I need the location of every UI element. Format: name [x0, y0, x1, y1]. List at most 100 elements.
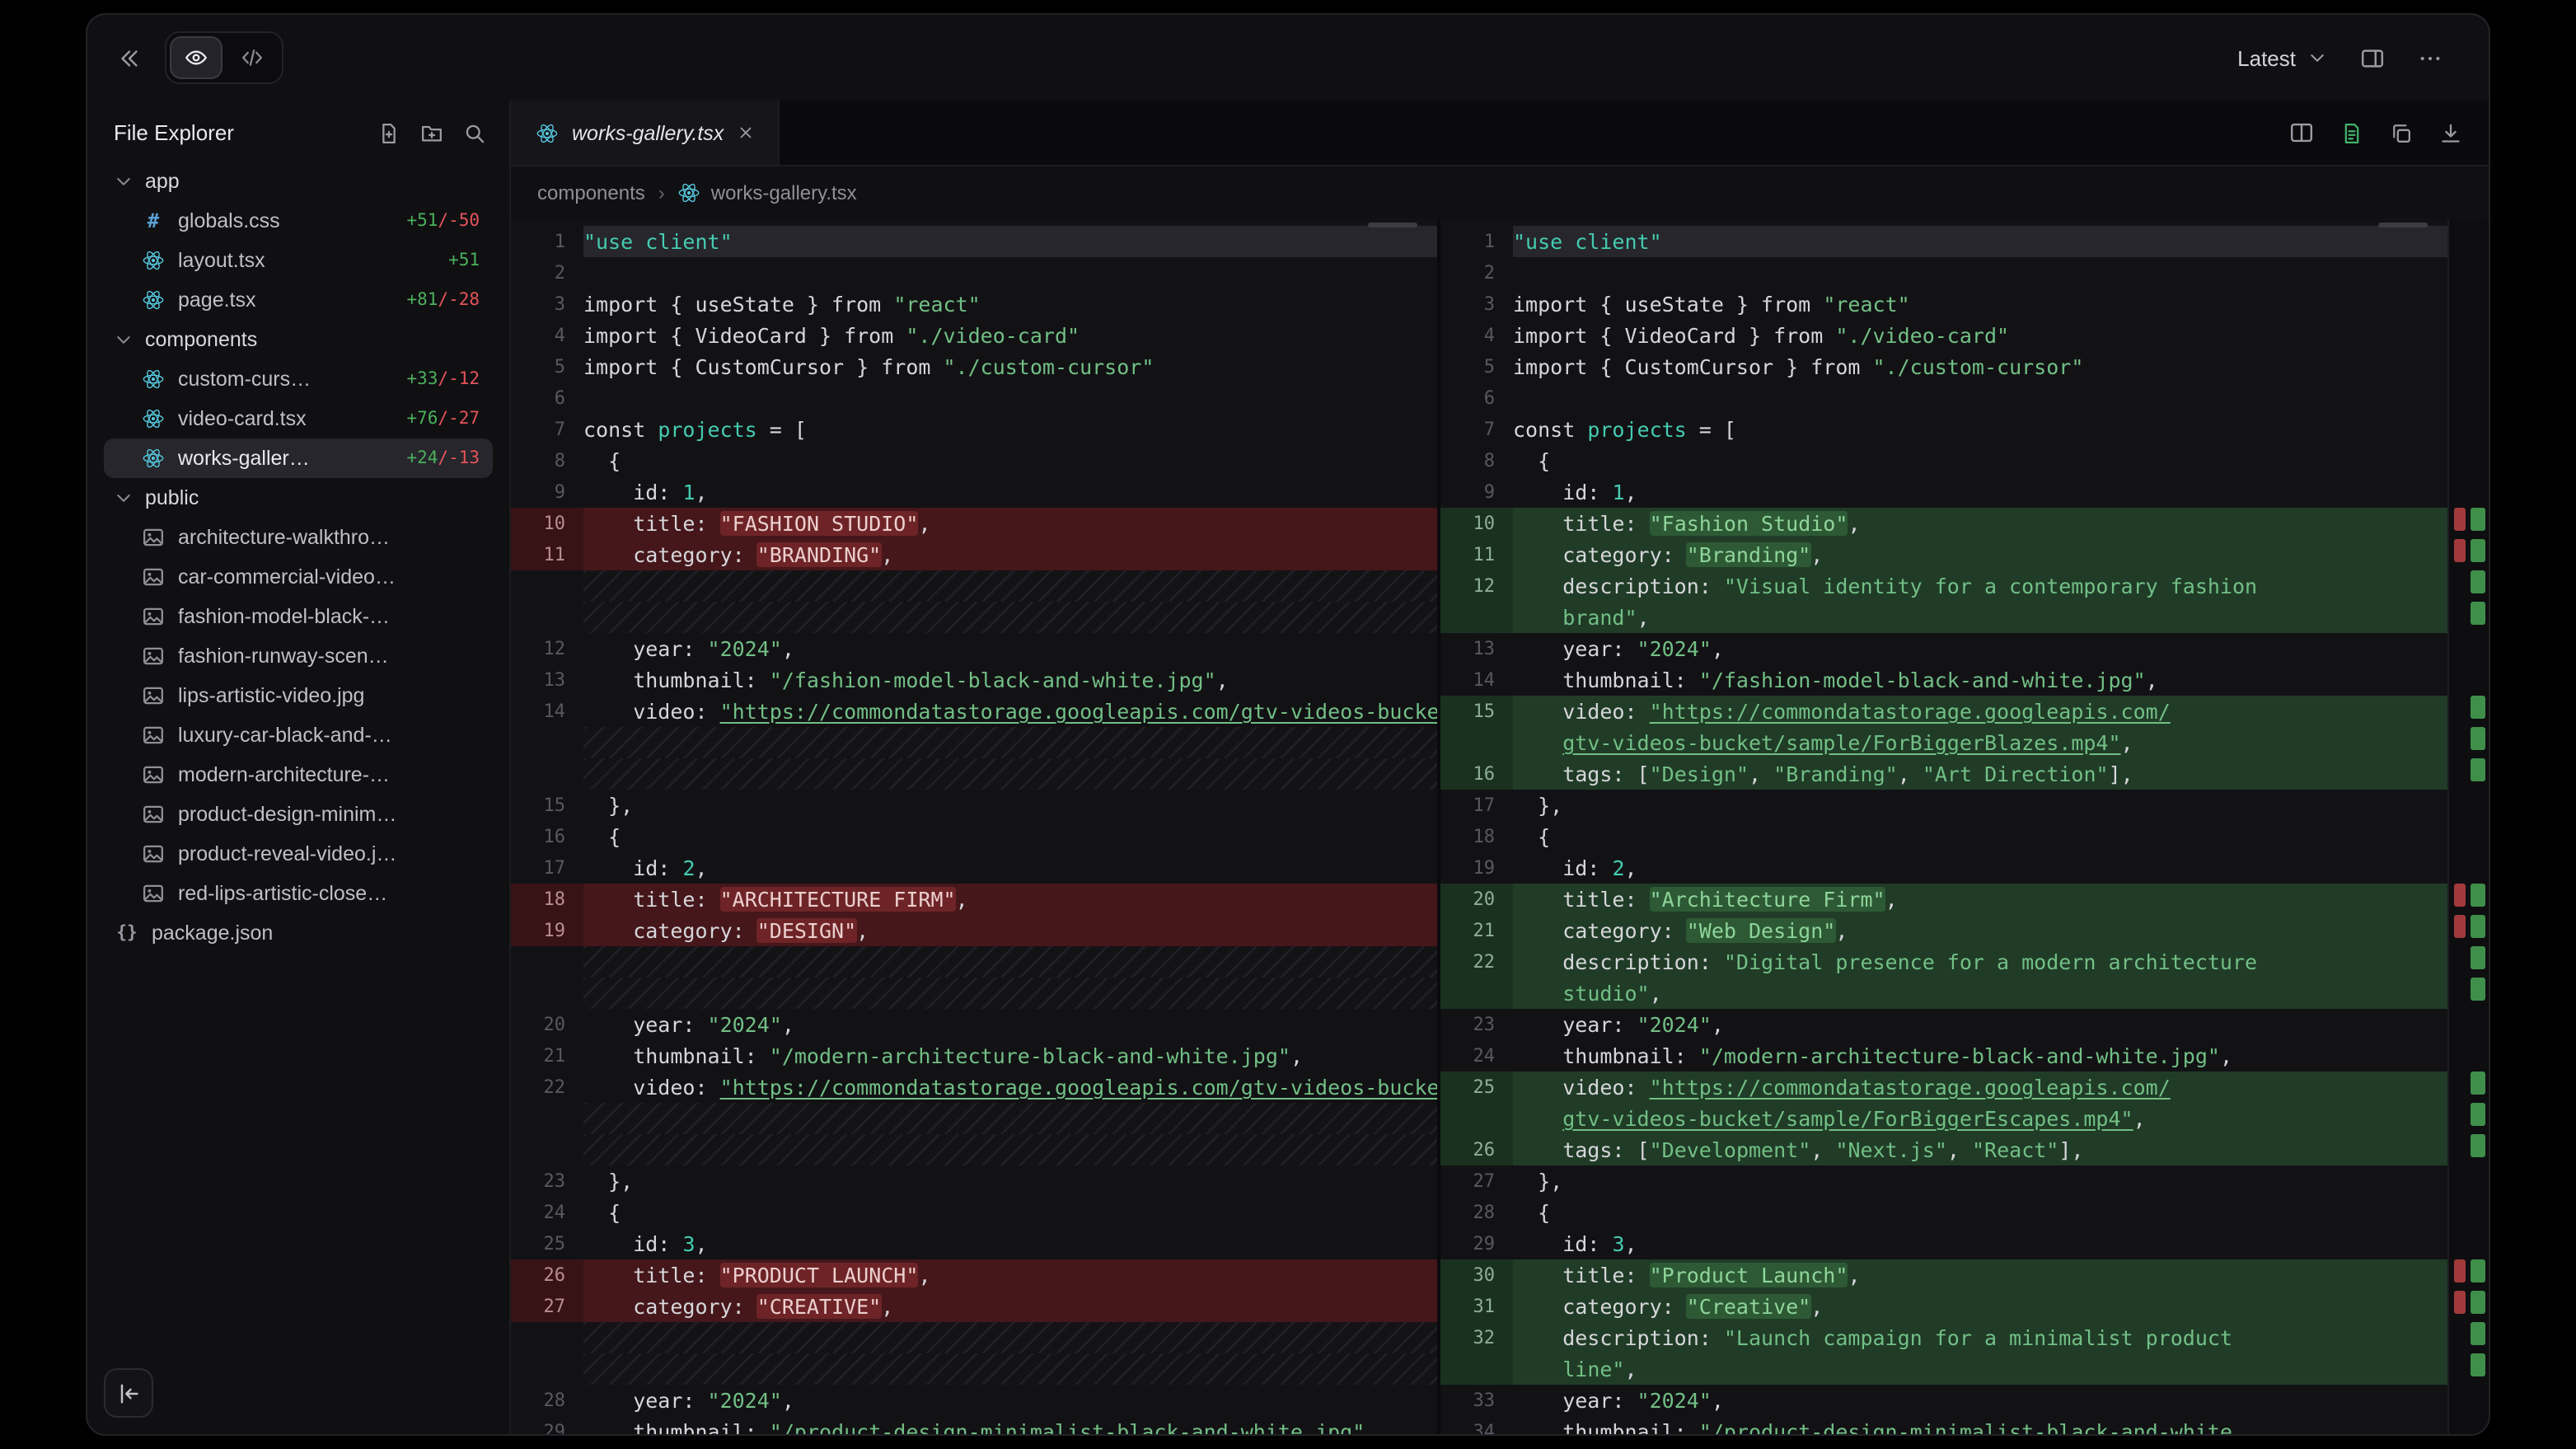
- code-line[interactable]: 21 thumbnail: "/modern-architecture-blac…: [511, 1040, 1437, 1072]
- file-row[interactable]: works-galler…+24/-13: [104, 438, 493, 478]
- code-line[interactable]: 8 {: [1440, 445, 2447, 476]
- code-line[interactable]: 16 {: [511, 821, 1437, 852]
- h-scrollbar[interactable]: [1368, 223, 1417, 227]
- file-row[interactable]: fashion-runway-scen…: [104, 636, 493, 676]
- file-row[interactable]: #globals.css+51/-50: [104, 201, 493, 241]
- code-line[interactable]: 32 description: "Launch campaign for a m…: [1440, 1322, 2447, 1353]
- file-row[interactable]: luxury-car-black-and-…: [104, 715, 493, 755]
- code-line[interactable]: 4import { VideoCard } from "./video-card…: [1440, 320, 2447, 351]
- code-line[interactable]: gtv-videos-bucket/sample/ForBiggerBlazes…: [1440, 727, 2447, 758]
- code-line[interactable]: 29 id: 3,: [1440, 1228, 2447, 1259]
- code-line[interactable]: 10 title: "Fashion Studio",: [1440, 508, 2447, 539]
- code-line[interactable]: line",: [1440, 1353, 2447, 1385]
- code-line[interactable]: 27 },: [1440, 1165, 2447, 1197]
- code-line[interactable]: 2: [1440, 257, 2447, 288]
- code-line[interactable]: 8 {: [511, 445, 1437, 476]
- code-line[interactable]: 20 title: "Architecture Firm",: [1440, 884, 2447, 915]
- file-row[interactable]: car-commercial-video…: [104, 557, 493, 597]
- file-row[interactable]: custom-curs…+33/-12: [104, 359, 493, 399]
- code-line[interactable]: 30 title: "Product Launch",: [1440, 1259, 2447, 1291]
- code-line[interactable]: 12 description: "Visual identity for a c…: [1440, 570, 2447, 602]
- code-line[interactable]: 11 category: "BRANDING",: [511, 539, 1437, 570]
- code-line[interactable]: 13 thumbnail: "/fashion-model-black-and-…: [511, 664, 1437, 696]
- code-line[interactable]: 34 thumbnail: "/product-design-minimalis…: [1440, 1416, 2447, 1434]
- file-row[interactable]: fashion-model-black-…: [104, 597, 493, 636]
- file-row[interactable]: modern-architecture-…: [104, 755, 493, 795]
- panel-right-button[interactable]: [2360, 45, 2385, 70]
- ellipsis-button[interactable]: [2418, 45, 2443, 70]
- copy-button[interactable]: [2390, 121, 2413, 144]
- code-line[interactable]: 14 thumbnail: "/fashion-model-black-and-…: [1440, 664, 2447, 696]
- code-line[interactable]: 18 title: "ARCHITECTURE FIRM",: [511, 884, 1437, 915]
- code-line[interactable]: 18 {: [1440, 821, 2447, 852]
- code-line[interactable]: 23 },: [511, 1165, 1437, 1197]
- code-line[interactable]: 14 video: "https://commondatastorage.goo…: [511, 696, 1437, 727]
- code-line[interactable]: 3import { useState } from "react": [1440, 288, 2447, 320]
- folder-row-components[interactable]: components: [104, 320, 493, 359]
- code-line[interactable]: 25 id: 3,: [511, 1228, 1437, 1259]
- code-line[interactable]: 7const projects = [: [1440, 414, 2447, 445]
- code-line[interactable]: 29 thumbnail: "/product-design-minimalis…: [511, 1416, 1437, 1434]
- code-line[interactable]: 20 year: "2024",: [511, 1009, 1437, 1040]
- code-line[interactable]: 28 year: "2024",: [511, 1385, 1437, 1416]
- folder-plus-icon[interactable]: [420, 121, 443, 144]
- code-line[interactable]: 19 category: "DESIGN",: [511, 915, 1437, 946]
- diff-overview-ruler[interactable]: [2447, 219, 2489, 1434]
- version-dropdown[interactable]: Latest: [2237, 45, 2327, 70]
- code-line[interactable]: 4import { VideoCard } from "./video-card…: [511, 320, 1437, 351]
- file-diff-button[interactable]: [2340, 121, 2363, 144]
- code-line[interactable]: 17 id: 2,: [511, 852, 1437, 884]
- code-line[interactable]: 22 video: "https://commondatastorage.goo…: [511, 1072, 1437, 1103]
- code-line[interactable]: 16 tags: ["Design", "Branding", "Art Dir…: [1440, 758, 2447, 790]
- code-line[interactable]: 5import { CustomCursor } from "./custom-…: [1440, 351, 2447, 382]
- code-line[interactable]: 25 video: "https://commondatastorage.goo…: [1440, 1072, 2447, 1103]
- split-button[interactable]: [2289, 120, 2314, 145]
- code-line[interactable]: 24 thumbnail: "/modern-architecture-blac…: [1440, 1040, 2447, 1072]
- code-line[interactable]: 15 },: [511, 790, 1437, 821]
- file-row[interactable]: architecture-walkthro…: [104, 518, 493, 557]
- code-line[interactable]: gtv-videos-bucket/sample/ForBiggerEscape…: [1440, 1103, 2447, 1134]
- folder-row-public[interactable]: public: [104, 478, 493, 518]
- code-line[interactable]: 26 title: "PRODUCT LAUNCH",: [511, 1259, 1437, 1291]
- code-line[interactable]: 3import { useState } from "react": [511, 288, 1437, 320]
- breadcrumb-folder[interactable]: components: [537, 181, 645, 204]
- code-line[interactable]: 1"use client": [1440, 226, 2447, 257]
- code-line[interactable]: 1"use client": [511, 226, 1437, 257]
- file-row[interactable]: red-lips-artistic-close…: [104, 874, 493, 913]
- file-row[interactable]: layout.tsx+51: [104, 241, 493, 280]
- code-line[interactable]: 10 title: "FASHION STUDIO",: [511, 508, 1437, 539]
- code-line[interactable]: 13 year: "2024",: [1440, 633, 2447, 664]
- h-scrollbar[interactable]: [2378, 223, 2428, 227]
- code-line[interactable]: 27 category: "CREATIVE",: [511, 1291, 1437, 1322]
- code-line[interactable]: 6: [1440, 382, 2447, 414]
- download-button[interactable]: [2439, 121, 2462, 144]
- code-line[interactable]: 5import { CustomCursor } from "./custom-…: [511, 351, 1437, 382]
- code-line[interactable]: 6: [511, 382, 1437, 414]
- code-line[interactable]: 9 id: 1,: [1440, 476, 2447, 508]
- collapse-panel-button[interactable]: [117, 45, 142, 70]
- code-line[interactable]: 19 id: 2,: [1440, 852, 2447, 884]
- close-tab-icon[interactable]: [737, 124, 755, 142]
- tab-works-gallery[interactable]: works-gallery.tsx: [511, 101, 780, 165]
- code-line[interactable]: brand",: [1440, 602, 2447, 633]
- file-row[interactable]: {}package.json: [104, 913, 493, 953]
- code-line[interactable]: 15 video: "https://commondatastorage.goo…: [1440, 696, 2447, 727]
- code-line[interactable]: 7const projects = [: [511, 414, 1437, 445]
- collapse-sidebar-button[interactable]: [104, 1368, 153, 1418]
- code-line[interactable]: 31 category: "Creative",: [1440, 1291, 2447, 1322]
- folder-row-app[interactable]: app: [104, 162, 493, 201]
- file-row[interactable]: page.tsx+81/-28: [104, 280, 493, 320]
- code-line[interactable]: 12 year: "2024",: [511, 633, 1437, 664]
- breadcrumb-file[interactable]: works-gallery.tsx: [678, 181, 857, 204]
- code-line[interactable]: studio",: [1440, 978, 2447, 1009]
- code-line[interactable]: 23 year: "2024",: [1440, 1009, 2447, 1040]
- code-toggle-button[interactable]: [226, 36, 279, 79]
- code-line[interactable]: 9 id: 1,: [511, 476, 1437, 508]
- file-row[interactable]: lips-artistic-video.jpg: [104, 676, 493, 715]
- code-line[interactable]: 26 tags: ["Development", "Next.js", "Rea…: [1440, 1134, 2447, 1165]
- code-line[interactable]: 33 year: "2024",: [1440, 1385, 2447, 1416]
- file-row[interactable]: product-reveal-video.j…: [104, 834, 493, 874]
- code-line[interactable]: 22 description: "Digital presence for a …: [1440, 946, 2447, 978]
- eye-toggle-button[interactable]: [170, 36, 222, 79]
- code-line[interactable]: 11 category: "Branding",: [1440, 539, 2447, 570]
